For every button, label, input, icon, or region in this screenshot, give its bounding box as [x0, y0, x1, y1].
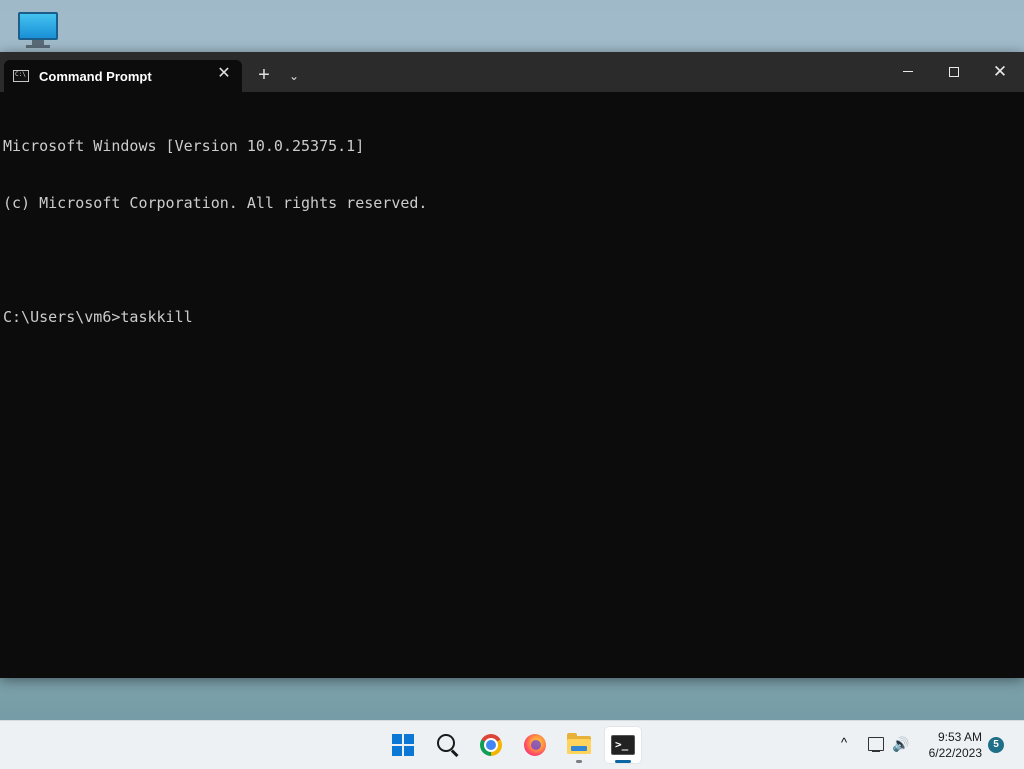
search-button[interactable]: [429, 727, 465, 763]
volume-icon[interactable]: 🔊: [892, 736, 912, 752]
console-line: (c) Microsoft Corporation. All rights re…: [3, 194, 428, 212]
cmd-icon: C:\: [13, 70, 29, 82]
clock-time: 9:53 AM: [937, 730, 982, 744]
maximize-button[interactable]: [931, 52, 977, 92]
monitor-icon: [18, 12, 58, 40]
taskbar-file-explorer[interactable]: [561, 727, 597, 763]
minimize-icon: [903, 71, 913, 72]
console-prompt-line[interactable]: C:\Users\vm6>taskkill: [3, 308, 1021, 327]
close-window-button[interactable]: ✕: [977, 52, 1023, 92]
minimize-button[interactable]: [885, 52, 931, 92]
active-indicator: [615, 760, 631, 763]
taskbar: >_ ^ 🔊 9:53 AM 6/22/2023 5: [0, 720, 1024, 769]
new-tab-button[interactable]: +: [254, 65, 274, 85]
start-button[interactable]: [385, 727, 421, 763]
notification-badge[interactable]: 5: [988, 737, 1004, 753]
terminal-window: C:\ Command Prompt ✕ + ⌄ ✕ Microsoft Win…: [0, 52, 1024, 678]
windows-start-icon: [392, 734, 414, 756]
show-hidden-icons-chevron-icon[interactable]: ^: [836, 735, 852, 751]
maximize-icon: [949, 67, 959, 77]
firefox-icon: [524, 734, 546, 756]
taskbar-terminal[interactable]: >_: [605, 727, 641, 763]
tab-title: Command Prompt: [39, 69, 152, 84]
close-tab-icon[interactable]: ✕: [214, 64, 234, 84]
console-output[interactable]: Microsoft Windows [Version 10.0.25375.1]…: [0, 92, 1024, 678]
taskbar-firefox[interactable]: [517, 727, 553, 763]
clock[interactable]: 9:53 AM 6/22/2023: [918, 729, 982, 761]
terminal-icon: >_: [611, 735, 635, 755]
titlebar[interactable]: C:\ Command Prompt ✕ + ⌄ ✕: [0, 52, 1024, 92]
chrome-icon: [480, 734, 502, 756]
chevron-down-icon[interactable]: ⌄: [284, 66, 304, 86]
desktop-computer-icon[interactable]: [14, 10, 64, 50]
clock-date: 6/22/2023: [928, 746, 982, 760]
running-indicator: [576, 760, 582, 763]
tab-command-prompt[interactable]: C:\ Command Prompt ✕: [4, 60, 242, 92]
network-icon[interactable]: [868, 737, 884, 752]
console-line: Microsoft Windows [Version 10.0.25375.1]: [3, 137, 365, 155]
taskbar-chrome[interactable]: [473, 727, 509, 763]
